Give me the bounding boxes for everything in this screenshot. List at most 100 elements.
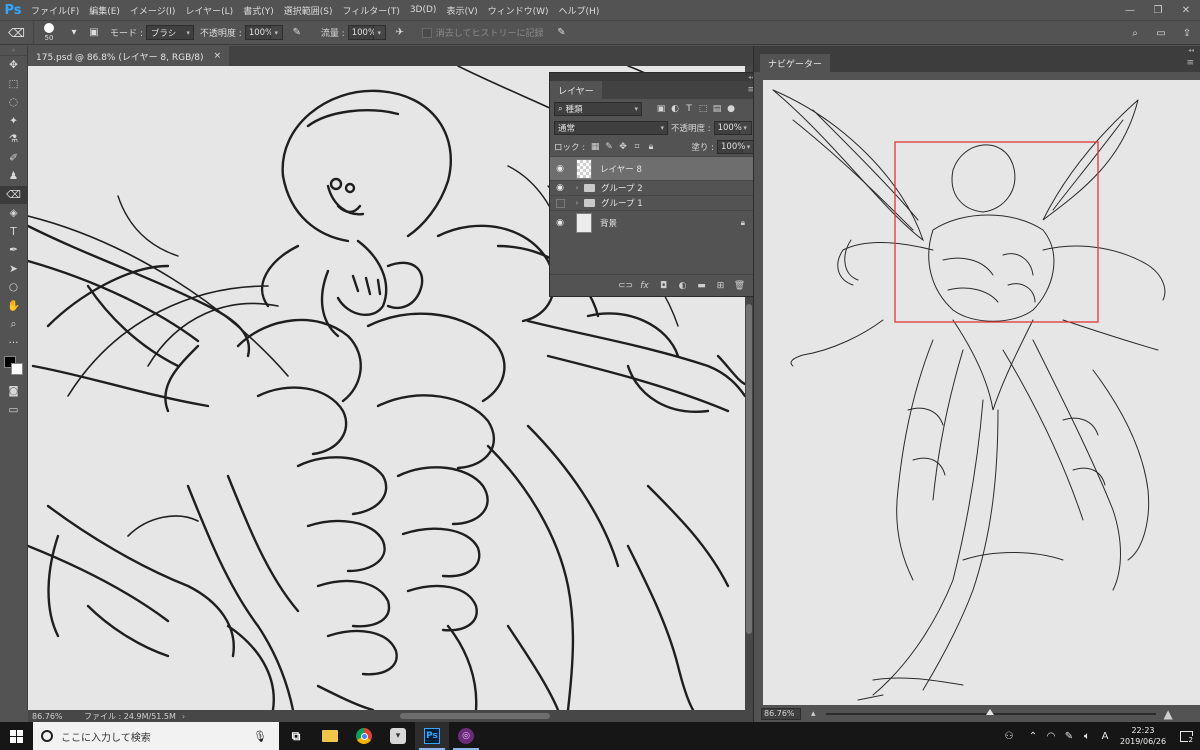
layer-row-layer-8[interactable]: ◉ レイヤー 8 [550, 156, 759, 180]
zoom-tool-icon[interactable]: ⌕ [0, 315, 27, 334]
taskbar-search-box[interactable]: ここに入力して検索 🎙︎ [33, 722, 279, 750]
workspace-icon[interactable]: ▭ [1148, 24, 1174, 42]
wifi-icon[interactable]: ◠ [1042, 731, 1060, 742]
lock-pixels-icon[interactable]: ✎ [602, 142, 616, 152]
zoom-slider-knob[interactable] [985, 708, 994, 715]
lasso-tool-icon[interactable]: ◌ [0, 93, 27, 112]
brush-settings-icon[interactable]: ▾ [64, 24, 84, 42]
erase-history-checkbox[interactable] [421, 27, 432, 38]
eye-icon[interactable]: ◉ [550, 183, 570, 193]
magic-wand-tool-icon[interactable]: ✦ [0, 112, 27, 131]
chevron-right-icon[interactable]: › [572, 199, 582, 207]
lock-position-icon[interactable]: ✥ [616, 142, 630, 152]
layer-opacity-input[interactable]: 100% [713, 120, 742, 135]
type-tool-icon[interactable]: T [0, 223, 27, 242]
layer-filter-select[interactable]: ⌕ 種類 ▾ [554, 101, 642, 116]
clock[interactable]: 22:23 2019/06/26 [1114, 725, 1172, 747]
fill-input[interactable]: 100% [717, 139, 745, 154]
filter-smart-icon[interactable]: ▤ [710, 104, 724, 114]
layer-name[interactable]: グループ 2 [601, 182, 643, 194]
taskbar-app-4[interactable]: ▾ [381, 722, 415, 750]
brush-preset-picker[interactable]: 50 [34, 21, 64, 45]
airbrush-icon[interactable]: ✈ [390, 24, 410, 42]
stamp-tool-icon[interactable]: ♟ [0, 167, 27, 186]
menu-file[interactable]: ファイル(F) [26, 4, 84, 17]
layer-row-group-2[interactable]: ◉ › グループ 2 [550, 180, 759, 195]
filter-toggle-icon[interactable]: ● [724, 104, 738, 114]
menu-layer[interactable]: レイヤー(L) [180, 4, 238, 17]
layer-name[interactable]: レイヤー 8 [600, 163, 642, 175]
status-menu-icon[interactable]: › [182, 712, 185, 721]
lock-transparent-icon[interactable]: ▦ [588, 142, 602, 152]
chevron-up-icon[interactable]: ⌃ [1024, 731, 1042, 742]
ime-indicator[interactable]: A [1096, 731, 1114, 742]
menu-type[interactable]: 書式(Y) [238, 4, 279, 17]
layer-row-group-1[interactable]: › グループ 1 [550, 195, 759, 210]
screen-mode-icon[interactable]: ▭ [0, 401, 27, 420]
mask-icon[interactable]: ◘ [656, 281, 671, 291]
panel-grip[interactable]: » [0, 46, 27, 56]
filter-type-icon[interactable]: T [682, 104, 696, 114]
search-icon[interactable]: ⌕ [1122, 24, 1148, 42]
filter-adjustment-icon[interactable]: ◐ [668, 104, 682, 114]
eraser-icon[interactable]: ⌫ [0, 20, 34, 45]
menu-select[interactable]: 選択範囲(S) [279, 4, 338, 17]
layer-row-background[interactable]: ◉ 背景 🔒︎ [550, 210, 759, 234]
lock-artboard-icon[interactable]: ⌗ [630, 142, 644, 152]
flow-dropdown[interactable]: ▾ [373, 25, 386, 40]
layers-tab[interactable]: レイヤー [550, 81, 602, 99]
navigator-zoom-input[interactable]: 86.76% [761, 707, 801, 720]
eyedropper-tool-icon[interactable]: ⚗ [0, 130, 27, 149]
panel-collapse-grip[interactable]: ◂◂ [550, 73, 759, 81]
zoom-out-icon[interactable]: ▴ [811, 709, 816, 719]
more-tools-icon[interactable]: ··· [0, 334, 27, 353]
layer-name[interactable]: グループ 1 [601, 197, 643, 209]
restore-button[interactable]: ❐ [1144, 0, 1172, 20]
blend-mode-select[interactable]: 通常 ▾ [554, 120, 668, 135]
background-color[interactable] [11, 363, 23, 375]
menu-edit[interactable]: 編集(E) [84, 4, 125, 17]
start-button[interactable] [0, 722, 33, 750]
microphone-icon[interactable]: 🎙︎ [253, 730, 267, 743]
taskbar-chrome[interactable] [347, 722, 381, 750]
document-tab[interactable]: 175.psd @ 86.8% (レイヤー 8, RGB/8) × [28, 46, 230, 66]
navigator-tab[interactable]: ナビゲーター [760, 54, 831, 72]
visibility-box[interactable] [550, 198, 570, 208]
navigator-preview[interactable] [763, 80, 1200, 707]
bucket-tool-icon[interactable]: ◈ [0, 204, 27, 223]
filter-pixel-icon[interactable]: ▣ [654, 104, 668, 114]
close-button[interactable]: ✕ [1172, 0, 1200, 20]
link-icon[interactable]: ⊂⊃ [618, 281, 633, 291]
panel-menu-icon[interactable]: ≡ [1186, 58, 1194, 68]
move-tool-icon[interactable]: ✥ [0, 56, 27, 75]
path-select-tool-icon[interactable]: ➤ [0, 260, 27, 279]
menu-help[interactable]: ヘルプ(H) [554, 4, 605, 17]
opacity-dropdown[interactable]: ▾ [270, 25, 283, 40]
hand-tool-icon[interactable]: ✋ [0, 297, 27, 316]
flow-input[interactable]: 100% [347, 25, 376, 40]
layer-name[interactable]: 背景 [600, 217, 617, 229]
eye-icon[interactable]: ◉ [550, 218, 570, 228]
eraser-tool-icon[interactable]: ⌫ [0, 185, 27, 204]
close-tab-icon[interactable]: × [214, 51, 222, 61]
marquee-tool-icon[interactable]: ⬚ [0, 75, 27, 94]
people-icon[interactable]: ⚇ [1000, 731, 1018, 742]
adjustment-icon[interactable]: ◐ [675, 281, 690, 291]
pen-icon[interactable]: ✎ [1060, 731, 1078, 742]
minimize-button[interactable]: — [1116, 0, 1144, 20]
horizontal-scroll-thumb[interactable] [400, 713, 550, 719]
new-layer-icon[interactable]: ⊞ [713, 281, 728, 291]
navigator-view-box[interactable] [894, 141, 1099, 323]
fx-icon[interactable]: fx [637, 281, 652, 291]
taskbar-app-6[interactable]: ◎ [449, 722, 483, 750]
volume-icon[interactable]: 🔈︎ [1078, 731, 1096, 742]
share-icon[interactable]: ⇪ [1174, 24, 1200, 42]
taskbar-photoshop[interactable]: Ps [415, 722, 449, 750]
menu-3d[interactable]: 3D(D) [405, 5, 442, 15]
filter-shape-icon[interactable]: ⬚ [696, 104, 710, 114]
action-center-button[interactable]: 2 [1172, 722, 1200, 750]
eye-icon[interactable]: ◉ [550, 164, 570, 174]
zoom-level[interactable]: 86.76% [32, 712, 84, 721]
file-size-info[interactable]: ファイル : 24.9M/51.5M [84, 711, 176, 722]
panel-collapse-grip[interactable]: ◂◂ [1188, 47, 1194, 54]
